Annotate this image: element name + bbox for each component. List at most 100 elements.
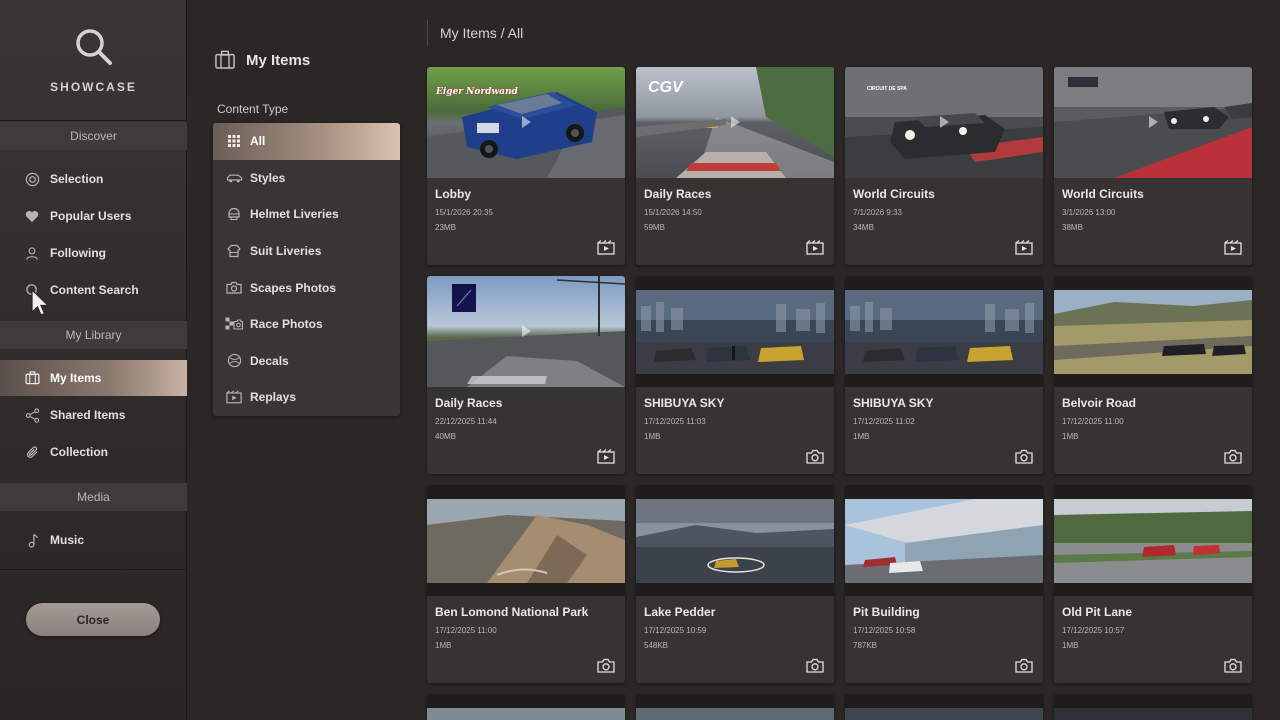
- content-type-label: Decals: [250, 353, 289, 368]
- item-card[interactable]: [845, 694, 1043, 720]
- item-card[interactable]: CIRCUIT DE SPA World Circuits 7/1/2026 9…: [845, 67, 1043, 265]
- thumbnail-overlay-text: CGV: [648, 79, 683, 96]
- breadcrumb-separator: [427, 20, 428, 46]
- item-card[interactable]: CGV Daily Races 15/1/2026 14:50 59MB: [636, 67, 834, 265]
- content-type-label: Scapes Photos: [250, 280, 337, 295]
- item-card[interactable]: [427, 694, 625, 720]
- replay-icon: [1224, 240, 1242, 255]
- section-header-my-library: My Library: [0, 321, 187, 349]
- content-type-label: Replays: [250, 390, 297, 405]
- item-name: Old Pit Lane: [1062, 605, 1133, 619]
- briefcase-icon: [24, 370, 40, 386]
- item-card[interactable]: Lake Pedder 17/12/2025 10:59 548KB: [636, 485, 834, 683]
- content-type-suit-liveries[interactable]: Suit Liveries: [213, 233, 400, 270]
- item-card[interactable]: Old Pit Lane 17/12/2025 10:57 1MB: [1054, 485, 1252, 683]
- item-date: 17/12/2025 10:59: [644, 626, 707, 635]
- sidebar-item-content-search[interactable]: Content Search: [0, 272, 187, 308]
- play-icon: [940, 116, 949, 128]
- item-name: Belvoir Road: [1062, 396, 1137, 410]
- item-card[interactable]: SHIBUYA SKY 17/12/2025 11:03 1MB: [636, 276, 834, 474]
- clip-icon: [24, 444, 40, 460]
- item-size: 1MB: [1062, 641, 1079, 650]
- item-date: 22/12/2025 11:44: [435, 417, 497, 426]
- sidebar-item-music[interactable]: Music: [0, 522, 187, 558]
- play-icon: [731, 116, 740, 128]
- item-card[interactable]: SHIBUYA SKY 17/12/2025 11:02 1MB: [845, 276, 1043, 474]
- panel-title: My Items: [214, 50, 310, 70]
- sidebar-item-popular-users[interactable]: Popular Users: [0, 198, 187, 234]
- content-type-label: Race Photos: [250, 317, 323, 332]
- content-type-race-photos[interactable]: Race Photos: [213, 306, 400, 343]
- thumbnail: [1054, 276, 1252, 387]
- item-size: 38MB: [1062, 223, 1083, 232]
- sidebar-item-label: Music: [50, 533, 85, 547]
- item-card[interactable]: Ben Lomond National Park 17/12/2025 11:0…: [427, 485, 625, 683]
- close-button[interactable]: Close: [26, 603, 160, 636]
- replay-icon: [597, 449, 615, 464]
- sidebar-item-label: Following: [50, 246, 106, 260]
- thumbnail: [845, 694, 1043, 720]
- grid-icon: [225, 133, 243, 149]
- item-name: Ben Lomond National Park: [435, 605, 589, 619]
- sidebar-item-selection[interactable]: Selection: [0, 161, 187, 197]
- selection-icon: [24, 171, 40, 187]
- item-date: 17/12/2025 10:58: [853, 626, 916, 635]
- item-card[interactable]: [1054, 694, 1252, 720]
- content-type-list: All Styles Helmet Liveries Suit Liveries…: [213, 123, 400, 416]
- thumbnail: [1054, 694, 1252, 720]
- sidebar-item-label: My Items: [50, 371, 102, 385]
- item-card[interactable]: [636, 694, 834, 720]
- mouse-cursor-icon: [31, 288, 50, 316]
- thumbnail: Eiger Nordwand: [427, 67, 625, 178]
- car-icon: [225, 170, 243, 186]
- item-size: 23MB: [435, 223, 456, 232]
- sidebar-item-following[interactable]: Following: [0, 235, 187, 271]
- thumbnail: [845, 485, 1043, 596]
- heart-icon: [24, 208, 40, 224]
- sidebar-item-my-items[interactable]: My Items: [0, 360, 187, 396]
- showcase-logo: SHOWCASE: [0, 26, 187, 94]
- helmet-icon: [225, 206, 243, 222]
- content-type-all[interactable]: All: [213, 123, 400, 160]
- item-name: World Circuits: [853, 187, 935, 201]
- item-size: 1MB: [435, 641, 452, 650]
- item-card[interactable]: Daily Races 22/12/2025 11:44 40MB: [427, 276, 625, 474]
- music-note-icon: [24, 532, 40, 548]
- item-card[interactable]: Pit Building 17/12/2025 10:58 787KB: [845, 485, 1043, 683]
- item-size: 787KB: [853, 641, 878, 650]
- sidebar-item-collection[interactable]: Collection: [0, 434, 187, 470]
- suit-icon: [225, 243, 243, 259]
- sidebar-item-label: Content Search: [50, 283, 139, 297]
- sidebar: SHOWCASE Discover Selection Popular User…: [0, 0, 187, 720]
- item-date: 17/12/2025 11:02: [853, 417, 915, 426]
- content-type-styles[interactable]: Styles: [213, 160, 400, 197]
- breadcrumb: My Items / All: [440, 25, 524, 41]
- user-icon: [24, 245, 40, 261]
- item-name: World Circuits: [1062, 187, 1144, 201]
- decal-icon: [225, 353, 243, 369]
- content-type-label: All: [250, 134, 266, 149]
- share-icon: [24, 407, 40, 423]
- sidebar-item-label: Collection: [50, 445, 109, 459]
- divider: [0, 120, 187, 121]
- content-type-decals[interactable]: Decals: [213, 343, 400, 380]
- content-type-label: Content Type: [217, 102, 289, 116]
- item-card[interactable]: Belvoir Road 17/12/2025 11:00 1MB: [1054, 276, 1252, 474]
- item-card[interactable]: World Circuits 3/1/2026 13:00 38MB: [1054, 67, 1252, 265]
- replay-icon: [597, 240, 615, 255]
- item-date: 7/1/2026 9:33: [853, 208, 902, 217]
- item-name: SHIBUYA SKY: [644, 396, 725, 410]
- sidebar-item-shared-items[interactable]: Shared Items: [0, 397, 187, 433]
- content-type-replays[interactable]: Replays: [213, 379, 400, 416]
- item-name: Lobby: [435, 187, 471, 201]
- item-size: 1MB: [644, 432, 661, 441]
- item-size: 59MB: [644, 223, 665, 232]
- thumbnail: [845, 276, 1043, 387]
- replay-icon: [225, 389, 243, 405]
- magnifier-logo-icon: [75, 29, 112, 65]
- content-type-scapes-photos[interactable]: Scapes Photos: [213, 269, 400, 306]
- item-card[interactable]: Eiger Nordwand Lobby 15/1/2026 20:35 23M…: [427, 67, 625, 265]
- content-type-helmet-liveries[interactable]: Helmet Liveries: [213, 196, 400, 233]
- camera-icon: [806, 449, 824, 464]
- item-date: 17/12/2025 11:03: [644, 417, 706, 426]
